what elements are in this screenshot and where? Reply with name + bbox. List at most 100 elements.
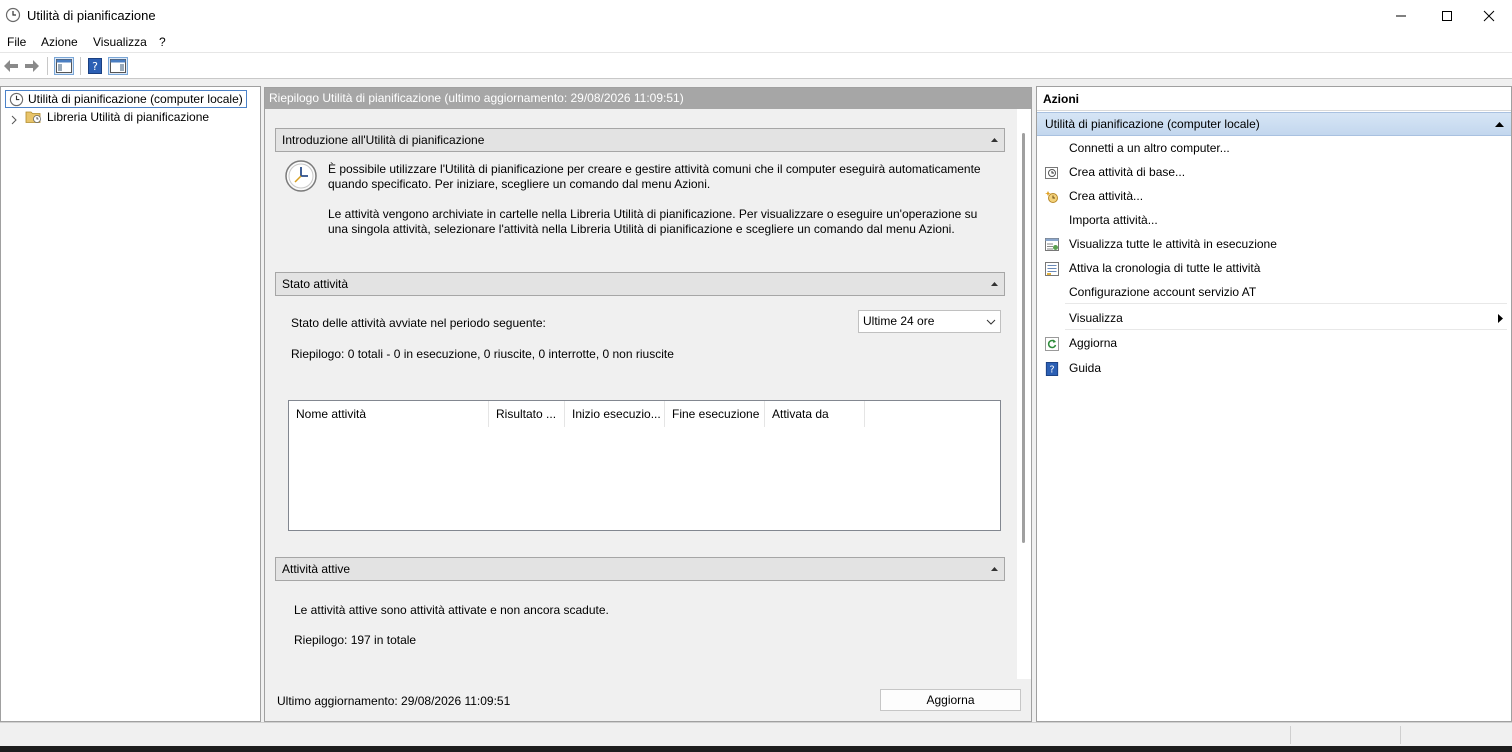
actions-section-local-computer[interactable]: Utilità di pianificazione (computer loca… [1037, 112, 1511, 136]
summary-pane: Riepilogo Utilità di pianificazione (ult… [264, 87, 1032, 722]
forward-arrow-icon [25, 60, 39, 72]
menu-help[interactable]: ? [159, 35, 166, 49]
action-label: Visualizza tutte le attività in esecuzio… [1069, 237, 1277, 251]
running-tasks-icon [1045, 236, 1059, 251]
toolbar-separator [47, 57, 48, 75]
action-enable-history[interactable]: Attiva la cronologia di tutte le attivit… [1037, 256, 1507, 280]
action-label: Importa attività... [1069, 213, 1158, 227]
menu-file[interactable]: File [7, 35, 26, 49]
action-label: Attiva la cronologia di tutte le attivit… [1069, 261, 1261, 275]
close-button[interactable] [1466, 0, 1512, 31]
active-description: Le attività attive sono attività attivat… [294, 603, 609, 617]
action-at-service-account[interactable]: Configurazione account servizio AT [1037, 280, 1507, 304]
title-bar: Utilità di pianificazione [0, 0, 1512, 31]
column-header-name[interactable]: Nome attività [289, 401, 489, 427]
help-book-icon: ? [88, 58, 102, 74]
section-title: Introduzione all'Utilità di pianificazio… [282, 133, 485, 147]
clock-task-icon [1045, 164, 1059, 179]
close-icon [1483, 10, 1495, 21]
period-label: Stato delle attività avviate nel periodo… [291, 316, 546, 330]
column-header-triggered-by[interactable]: Attivata da [765, 401, 865, 427]
show-action-pane-button[interactable] [108, 57, 128, 75]
status-bar [0, 722, 1512, 746]
active-summary: Riepilogo: 197 in totale [294, 633, 417, 647]
minimize-icon [1396, 15, 1406, 16]
summary-header: Riepilogo Utilità di pianificazione (ult… [265, 88, 1031, 109]
action-help[interactable]: ? Guida [1037, 356, 1507, 380]
tree-item-library[interactable]: Libreria Utilità di pianificazione [9, 108, 209, 126]
maximize-button[interactable] [1424, 0, 1470, 31]
collapse-icon[interactable] [991, 566, 998, 571]
chevron-down-icon [986, 319, 996, 325]
action-create-basic-task[interactable]: Crea attività di base... [1037, 160, 1507, 184]
action-label: Crea attività... [1069, 189, 1144, 203]
menu-visualizza[interactable]: Visualizza [93, 35, 147, 49]
svg-text:?: ? [92, 60, 98, 73]
action-view-menu[interactable]: Visualizza [1037, 306, 1507, 330]
intro-section: Introduzione all'Utilità di pianificazio… [275, 128, 1005, 262]
action-show-running-tasks[interactable]: Visualizza tutte le attività in esecuzio… [1037, 232, 1507, 256]
vertical-scrollbar[interactable] [1017, 109, 1031, 679]
actions-header: Azioni [1037, 87, 1511, 111]
period-select[interactable]: Ultime 24 ore [858, 310, 1001, 333]
column-header-end[interactable]: Fine esecuzione [665, 401, 765, 427]
refresh-button[interactable]: Aggiorna [880, 689, 1021, 711]
active-tasks-header[interactable]: Attività attive [275, 557, 1005, 581]
task-status-table[interactable]: Nome attività Risultato ... Inizio esecu… [288, 400, 1001, 531]
column-header-result[interactable]: Risultato ... [489, 401, 565, 427]
svg-text:?: ? [1049, 365, 1054, 376]
taskbar-edge [0, 746, 1512, 752]
tree-item-label: Libreria Utilità di pianificazione [47, 110, 210, 124]
collapse-icon[interactable] [1495, 121, 1504, 127]
console-tree: Utilità di pianificazione (computer loca… [0, 86, 261, 722]
tree-item-local-computer[interactable]: Utilità di pianificazione (computer loca… [5, 90, 247, 108]
history-icon [1045, 260, 1059, 276]
forward-button[interactable] [23, 57, 41, 75]
summary-scroll-area: Introduzione all'Utilità di pianificazio… [265, 109, 1031, 679]
section-title: Attività attive [282, 562, 351, 576]
action-label: Guida [1069, 361, 1102, 375]
action-label: Aggiorna [1069, 336, 1118, 350]
new-task-icon [1045, 188, 1059, 203]
action-create-task[interactable]: Crea attività... [1037, 184, 1507, 208]
menu-bar: File Azione Visualizza ? [0, 31, 1512, 53]
folder-clock-icon [25, 109, 42, 129]
summary-footer: Ultimo aggiornamento: 29/08/2026 11:09:5… [265, 679, 1031, 721]
minimize-button[interactable] [1378, 0, 1424, 31]
intro-section-header[interactable]: Introduzione all'Utilità di pianificazio… [275, 128, 1005, 152]
last-update-text: Ultimo aggiornamento: 29/08/2026 11:09:5… [277, 694, 511, 708]
intro-paragraph-2: Le attività vengono archiviate in cartel… [328, 207, 978, 236]
toolbar-separator [80, 57, 81, 75]
chevron-right-icon[interactable] [9, 112, 19, 125]
collapse-icon[interactable] [991, 281, 998, 286]
action-label: Visualizza [1069, 311, 1123, 325]
task-status-header[interactable]: Stato attività [275, 272, 1005, 296]
submenu-arrow-icon [1498, 314, 1503, 323]
period-select-value: Ultime 24 ore [863, 314, 935, 328]
action-import-task[interactable]: Importa attività... [1037, 208, 1507, 232]
intro-paragraph-1: È possibile utilizzare l'Utilità di pian… [328, 162, 981, 191]
show-tree-button[interactable] [54, 57, 74, 75]
window-title: Utilità di pianificazione [27, 8, 156, 23]
action-label: Crea attività di base... [1069, 165, 1186, 179]
action-connect-computer[interactable]: Connetti a un altro computer... [1037, 136, 1507, 160]
action-label: Connetti a un altro computer... [1069, 141, 1230, 155]
scrollbar-thumb[interactable] [1022, 133, 1025, 543]
help-button[interactable]: ? [86, 57, 104, 75]
action-refresh[interactable]: Aggiorna [1037, 331, 1507, 355]
scheduler-clock-icon [284, 159, 318, 196]
menu-azione[interactable]: Azione [41, 35, 78, 49]
status-summary: Riepilogo: 0 totali - 0 in esecuzione, 0… [291, 347, 674, 361]
collapse-icon[interactable] [991, 137, 998, 142]
help-icon: ? [1045, 360, 1059, 376]
tree-item-label: Utilità di pianificazione (computer loca… [28, 92, 243, 106]
status-separator [1400, 726, 1401, 744]
active-tasks-section: Attività attive Le attività attive sono … [275, 557, 1005, 679]
back-arrow-icon [4, 60, 18, 72]
maximize-icon [1442, 10, 1452, 21]
back-button[interactable] [2, 57, 20, 75]
column-header-start[interactable]: Inizio esecuzio... [565, 401, 665, 427]
actions-pane: Azioni Utilità di pianificazione (comput… [1036, 86, 1512, 722]
section-title: Stato attività [282, 277, 349, 291]
action-pane-icon [110, 59, 126, 73]
